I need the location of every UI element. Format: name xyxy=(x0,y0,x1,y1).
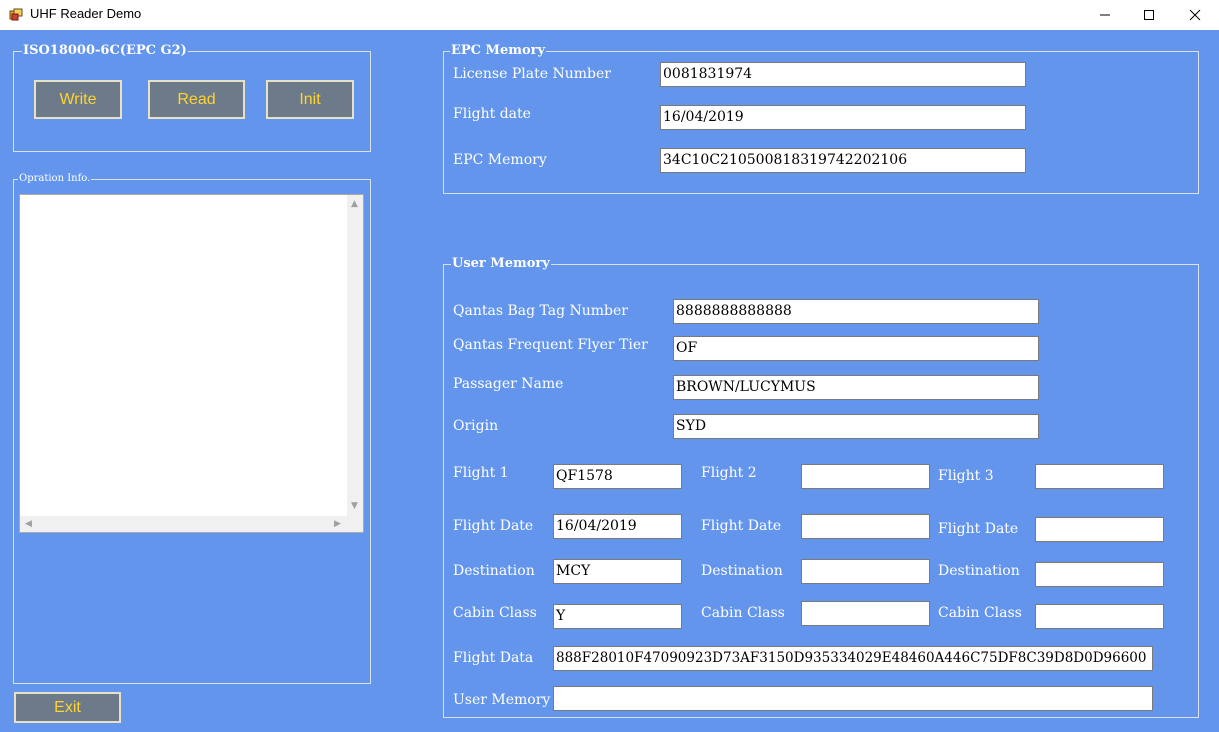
flight-3-label: Flight 3 xyxy=(938,468,994,484)
flight-date-2-label: Flight Date xyxy=(701,518,782,534)
read-button[interactable]: Read xyxy=(148,80,245,119)
flight-date-1-input[interactable]: 16/04/2019 xyxy=(553,514,682,539)
scroll-right-icon[interactable]: ▶ xyxy=(334,519,341,529)
scroll-left-icon[interactable]: ◀ xyxy=(25,519,32,529)
user-memory-input[interactable] xyxy=(553,686,1153,711)
maximize-button[interactable] xyxy=(1126,0,1172,30)
init-button[interactable]: Init xyxy=(266,80,354,119)
protocol-group-legend: ISO18000-6C(EPC G2) xyxy=(22,43,188,59)
user-memory-legend: User Memory xyxy=(451,256,551,272)
flight-1-label: Flight 1 xyxy=(453,465,509,481)
operation-info-legend: Opration Info. xyxy=(18,173,92,185)
flight-3-input[interactable] xyxy=(1035,464,1164,489)
app-icon xyxy=(9,7,23,21)
write-button[interactable]: Write xyxy=(34,80,122,119)
close-icon xyxy=(1189,9,1201,21)
cabin-class-3-label: Cabin Class xyxy=(938,605,1022,621)
vertical-scrollbar[interactable]: ▲ ▼ xyxy=(347,195,363,516)
flight-2-input[interactable] xyxy=(801,464,930,489)
epc-memory-input[interactable]: 34C10C210500818319742202106 xyxy=(660,148,1026,173)
flight-data-label: Flight Data xyxy=(453,650,534,666)
cabin-class-3-input[interactable] xyxy=(1035,604,1164,629)
scroll-up-icon[interactable]: ▲ xyxy=(351,199,358,209)
flight-data-input[interactable]: 888F28010F47090923D73AF3150D935334029E48… xyxy=(553,646,1153,671)
flight-2-label: Flight 2 xyxy=(701,465,757,481)
user-memory-label: User Memory xyxy=(453,692,551,708)
scroll-down-icon[interactable]: ▼ xyxy=(351,501,358,511)
origin-label: Origin xyxy=(453,418,499,434)
destination-3-label: Destination xyxy=(938,563,1020,579)
close-button[interactable] xyxy=(1172,0,1218,30)
flight-date-3-label: Flight Date xyxy=(938,521,1019,537)
license-plate-label: License Plate Number xyxy=(453,66,611,82)
horizontal-scrollbar[interactable]: ◀ ▶ xyxy=(20,516,363,532)
destination-1-input[interactable]: MCY xyxy=(553,559,682,584)
operation-info-textarea[interactable]: ▲ ▼ ◀ ▶ xyxy=(19,194,364,533)
flight-date-label: Flight date xyxy=(453,106,531,122)
scrollbar-corner xyxy=(347,516,363,532)
destination-2-input[interactable] xyxy=(801,559,930,584)
epc-memory-label: EPC Memory xyxy=(453,152,547,168)
maximize-icon xyxy=(1144,10,1154,20)
flight-date-3-input[interactable] xyxy=(1035,517,1164,542)
cabin-class-2-input[interactable] xyxy=(801,601,930,626)
epc-memory-legend: EPC Memory xyxy=(450,43,547,59)
minimize-button[interactable] xyxy=(1082,0,1128,30)
license-plate-input[interactable]: 0081831974 xyxy=(660,62,1026,87)
cabin-class-1-label: Cabin Class xyxy=(453,605,537,621)
bag-tag-label: Qantas Bag Tag Number xyxy=(453,303,628,319)
ff-tier-label: Qantas Frequent Flyer Tier xyxy=(453,337,648,353)
flight-date-2-input[interactable] xyxy=(801,514,930,539)
destination-3-input[interactable] xyxy=(1035,562,1164,587)
title-bar: UHF Reader Demo xyxy=(0,0,1219,30)
flight-date-input[interactable]: 16/04/2019 xyxy=(660,105,1026,130)
window-title: UHF Reader Demo xyxy=(30,6,142,21)
passenger-name-label: Passager Name xyxy=(453,376,564,392)
destination-2-label: Destination xyxy=(701,563,783,579)
flight-date-1-label: Flight Date xyxy=(453,518,534,534)
minimize-icon xyxy=(1100,14,1110,16)
flight-1-input[interactable]: QF1578 xyxy=(553,464,682,489)
origin-input[interactable]: SYD xyxy=(673,414,1039,439)
ff-tier-input[interactable]: OF xyxy=(673,336,1039,361)
passenger-name-input[interactable]: BROWN/LUCYMUS xyxy=(673,375,1039,400)
bag-tag-input[interactable]: 8888888888888 xyxy=(673,299,1039,324)
cabin-class-1-input[interactable]: Y xyxy=(553,604,682,629)
exit-button[interactable]: Exit xyxy=(14,692,121,723)
cabin-class-2-label: Cabin Class xyxy=(701,605,785,621)
destination-1-label: Destination xyxy=(453,563,535,579)
